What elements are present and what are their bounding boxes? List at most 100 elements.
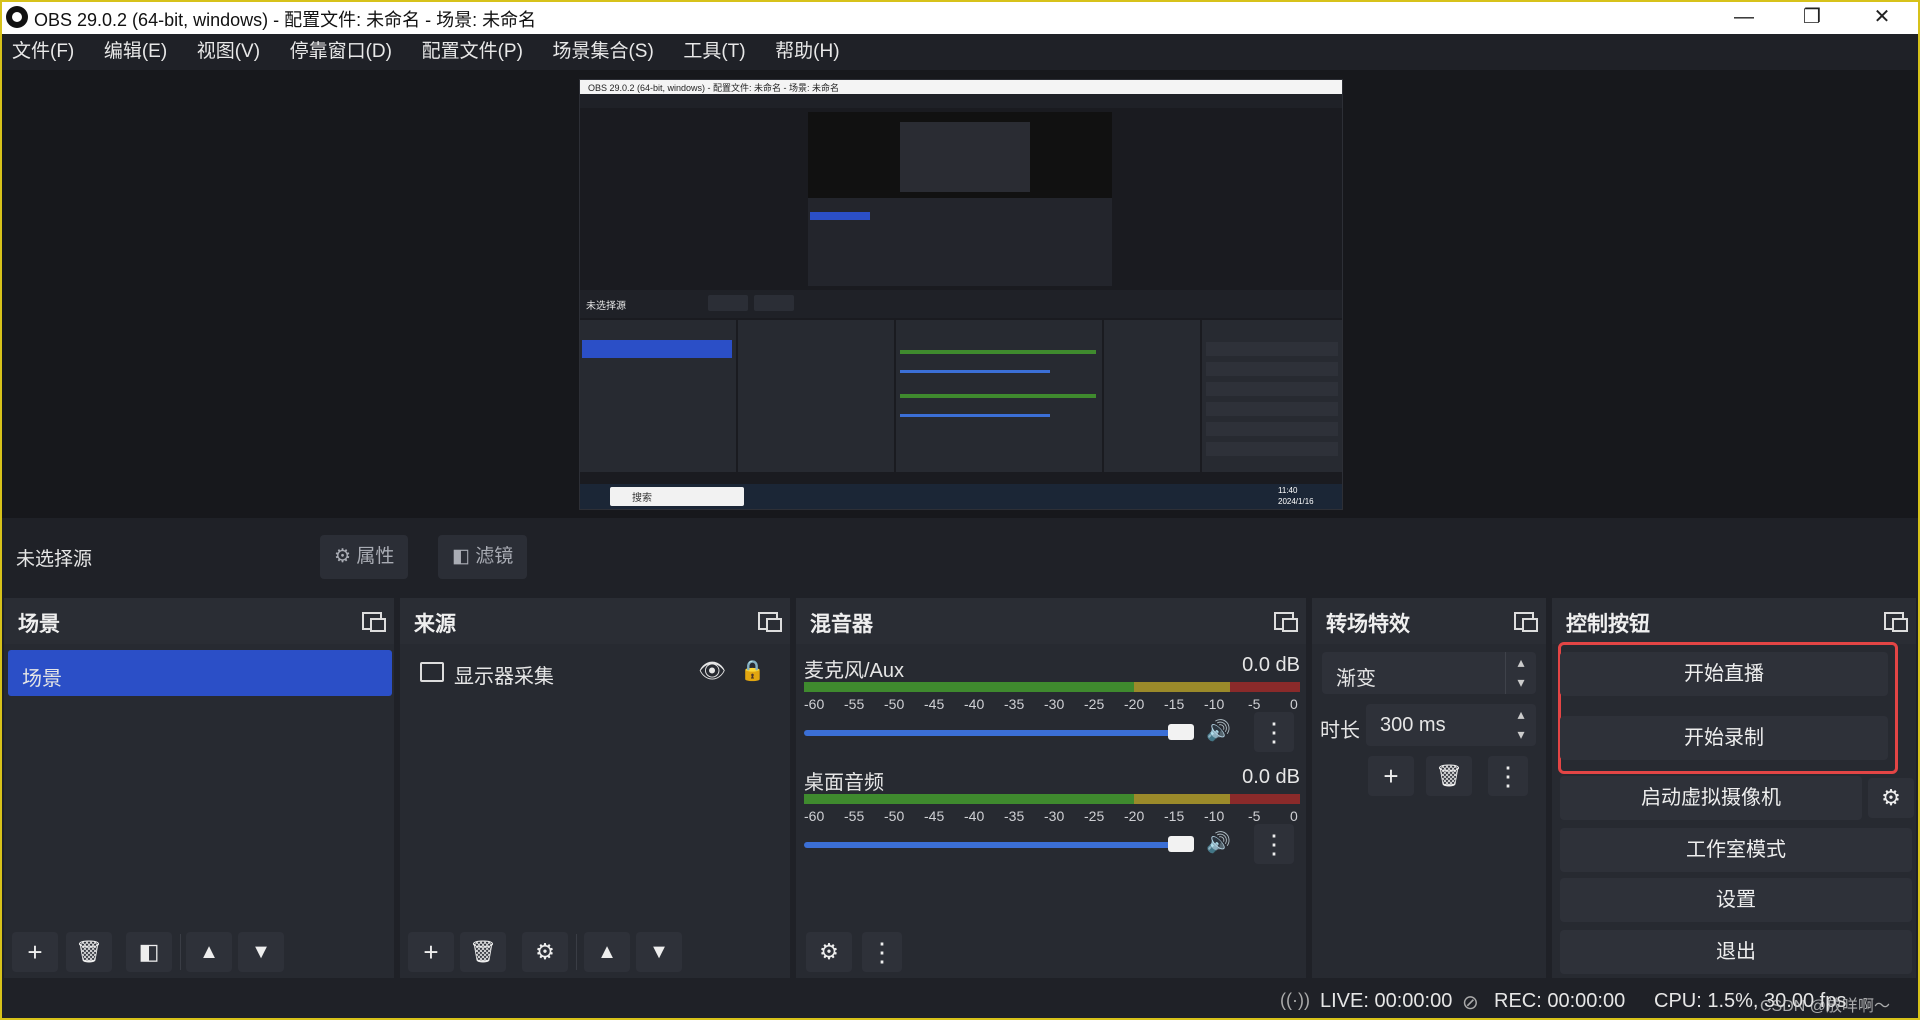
move-source-up-button[interactable]: ▲ (584, 932, 630, 972)
exit-button[interactable]: 退出 (1560, 930, 1912, 974)
add-transition-button[interactable]: + (1368, 756, 1414, 796)
duration-spinbox[interactable]: 300 ms ▴ ▾ (1366, 704, 1536, 746)
preview-capture: OBS 29.0.2 (64-bit, windows) - 配置文件: 未命名… (579, 79, 1343, 510)
float-dock-icon[interactable] (1274, 610, 1298, 632)
menu-tools[interactable]: 工具(T) (671, 34, 757, 70)
properties-button[interactable]: ⚙ 属性 (320, 535, 409, 579)
watermark: CSDN @放咩啊～ (1760, 998, 1891, 1015)
speaker-icon[interactable]: 🔊 (1206, 830, 1236, 858)
duration-label: 时长 (1320, 720, 1360, 742)
title-bar: OBS 29.0.2 (64-bit, windows) - 配置文件: 未命名… (0, 0, 1920, 35)
float-dock-icon[interactable] (1884, 610, 1908, 632)
scene-filters-button[interactable]: ◧ (126, 932, 172, 972)
preview-capture-no-source: 未选择源 (586, 301, 626, 312)
mixer-channel: 桌面音频 0.0 dB -60 -55 -50 -45 -40 -35 -30 -25 -20-… (804, 766, 1300, 876)
transitions-title: 转场特效 (1326, 613, 1410, 636)
volume-meter (804, 682, 1300, 692)
channel-db: 0.0 dB (1242, 654, 1300, 676)
channel-menu-button[interactable]: ⋮ (1254, 712, 1294, 752)
controls-title: 控制按钮 (1566, 613, 1650, 636)
close-button[interactable]: ✕ (1852, 0, 1912, 34)
channel-menu-button[interactable]: ⋮ (1254, 824, 1294, 864)
virtual-camera-settings-button[interactable]: ⚙ (1868, 778, 1914, 818)
start-virtual-camera-button[interactable]: 启动虚拟摄像机 (1560, 776, 1862, 820)
menu-bar: 文件(F) 编辑(E) 视图(V) 停靠窗口(D) 配置文件(P) 场景集合(S… (0, 34, 1920, 70)
volume-slider[interactable] (804, 730, 1180, 736)
float-dock-icon[interactable] (1514, 610, 1538, 632)
preview-capture-title: OBS 29.0.2 (64-bit, windows) - 配置文件: 未命名… (588, 83, 840, 93)
volume-slider-handle[interactable] (1168, 836, 1194, 852)
menu-scene-collection[interactable]: 场景集合(S) (540, 34, 665, 70)
properties-label: 属性 (356, 546, 395, 567)
status-bar: ((·)) LIVE: 00:00:00 ⊘ REC: 00:00:00 CPU… (0, 984, 1920, 1020)
float-dock-icon[interactable] (758, 610, 782, 632)
audio-settings-button[interactable]: ⚙ (806, 932, 852, 972)
gear-icon: ⚙ (1881, 785, 1901, 810)
rec-timer: REC: 00:00:00 (1494, 990, 1626, 1012)
source-toolbar: 未选择源 ⚙ 属性 ◧ 滤镜 (4, 526, 1916, 588)
sources-title: 来源 (414, 613, 456, 636)
volume-slider[interactable] (804, 842, 1180, 848)
no-source-label: 未选择源 (16, 549, 93, 570)
meter-ticks: -60 -55 -50 -45 -40 -35 -30 -25 -20 -15 -10 -5 0 (804, 696, 1298, 712)
scene-item-label: 场景 (22, 668, 62, 690)
gear-icon: ⚙ (334, 546, 352, 567)
mixer-dock: 混音器 麦克风/Aux 0.0 dB -60 -55 -50 -45 -40 -35 -30… (796, 598, 1306, 978)
filters-label: 滤镜 (475, 546, 514, 567)
move-scene-down-button[interactable]: ▼ (238, 932, 284, 972)
transitions-dock: 转场特效 渐变 ▴ ▾ 时长 300 ms ▴ ▾ + 🗑 ⋮ (1312, 598, 1546, 978)
volume-slider-handle[interactable] (1168, 724, 1194, 740)
mixer-channel: 麦克风/Aux 0.0 dB -60 -55 -50 -45 -40 -35 -30 -25-… (804, 654, 1300, 764)
source-item-label: 显示器采集 (454, 666, 554, 688)
add-scene-button[interactable]: + (12, 932, 58, 972)
sources-dock: 来源 显示器采集 👁 🔒 + 🗑 ⚙ ▲ ▼ (400, 598, 790, 978)
lock-icon[interactable]: 🔒 (740, 658, 765, 683)
start-streaming-button[interactable]: 开始直播 (1560, 652, 1888, 696)
duration-value: 300 ms (1380, 714, 1446, 736)
preview-capture-search: 搜索 (632, 493, 652, 504)
menu-docks[interactable]: 停靠窗口(D) (278, 34, 404, 70)
obs-logo-icon (6, 6, 28, 28)
menu-view[interactable]: 视图(V) (185, 34, 272, 70)
chevron-updown-icon: ▴ ▾ (1505, 652, 1536, 694)
record-off-icon: ⊘ (1462, 992, 1479, 1014)
mixer-title: 混音器 (810, 613, 873, 636)
menu-help[interactable]: 帮助(H) (763, 34, 851, 70)
speaker-icon[interactable]: 🔊 (1206, 718, 1236, 746)
move-source-down-button[interactable]: ▼ (636, 932, 682, 972)
move-scene-up-button[interactable]: ▲ (186, 932, 232, 972)
scene-item[interactable]: 场景 (8, 650, 392, 696)
transition-select-value: 渐变 (1336, 668, 1376, 690)
scenes-dock: 场景 场景 + 🗑 ◧ ▲ ▼ (4, 598, 394, 978)
spin-arrows-icon[interactable]: ▴ ▾ (1506, 704, 1536, 746)
studio-mode-button[interactable]: 工作室模式 (1560, 828, 1912, 872)
menu-edit[interactable]: 编辑(E) (92, 34, 179, 70)
transition-menu-button[interactable]: ⋮ (1488, 756, 1528, 796)
preview-capture-date: 2024/1/16 (1278, 497, 1314, 506)
mixer-menu-button[interactable]: ⋮ (862, 932, 902, 972)
live-timer: LIVE: 00:00:00 (1320, 990, 1453, 1012)
filter-icon: ◧ (452, 546, 470, 567)
add-source-button[interactable]: + (408, 932, 454, 972)
channel-name: 麦克风/Aux (804, 660, 905, 682)
controls-dock: 控制按钮 开始直播 开始录制 启动虚拟摄像机 ⚙ 工作室模式 设置 退出 (1552, 598, 1916, 978)
menu-profile[interactable]: 配置文件(P) (410, 34, 535, 70)
restore-button[interactable]: ❐ (1782, 0, 1842, 34)
source-item[interactable]: 显示器采集 👁 🔒 (408, 654, 788, 694)
remove-transition-button[interactable]: 🗑 (1426, 756, 1472, 796)
start-recording-button[interactable]: 开始录制 (1560, 716, 1888, 760)
menu-file[interactable]: 文件(F) (0, 34, 86, 70)
filters-button[interactable]: ◧ 滤镜 (438, 535, 528, 579)
preview-canvas[interactable]: OBS 29.0.2 (64-bit, windows) - 配置文件: 未命名… (0, 70, 1920, 518)
minimize-button[interactable]: — (1714, 0, 1774, 34)
volume-meter (804, 794, 1300, 804)
float-dock-icon[interactable] (362, 610, 386, 632)
channel-name: 桌面音频 (804, 772, 884, 794)
eye-icon[interactable]: 👁 (698, 658, 726, 684)
source-properties-button[interactable]: ⚙ (522, 932, 568, 972)
remove-source-button[interactable]: 🗑 (460, 932, 506, 972)
settings-button[interactable]: 设置 (1560, 878, 1912, 922)
network-icon: ((·)) (1280, 990, 1310, 1010)
remove-scene-button[interactable]: 🗑 (66, 932, 112, 972)
transition-select[interactable]: 渐变 ▴ ▾ (1322, 652, 1536, 694)
